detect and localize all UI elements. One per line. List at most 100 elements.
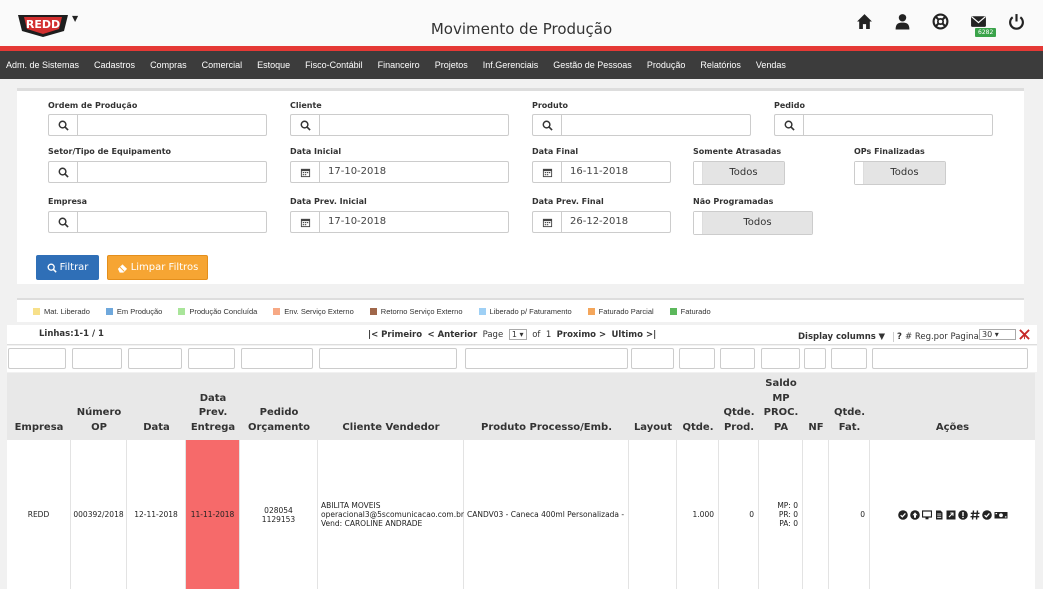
menu-comercial[interactable]: Comercial [202, 60, 243, 70]
cell-layout [629, 440, 677, 589]
help-button[interactable]: ? [893, 332, 902, 342]
menu-projetos[interactable]: Projetos [435, 60, 468, 70]
mail-icon[interactable]: 6282 [969, 12, 997, 37]
status-legend: Mat. Liberado Em Produção Produção Concl… [17, 298, 1024, 322]
clear-filters-icon[interactable] [1019, 329, 1030, 343]
header-cliente[interactable]: Cliente Vendedor [318, 373, 464, 440]
header-produto[interactable]: Produto Processo/Emb. [464, 373, 629, 440]
ops-finalizadas-toggle[interactable]: Todos [854, 161, 946, 185]
money-icon[interactable] [994, 510, 1008, 520]
ordem-producao-field[interactable] [48, 114, 267, 136]
data-prev-inicial-input[interactable]: 17-10-2018 [320, 212, 508, 232]
produto-column-filter[interactable] [465, 348, 628, 369]
data-final-field[interactable]: 16-11-2018 [532, 161, 671, 183]
check-circle-icon[interactable] [981, 509, 992, 520]
cell-pedido: 028054 1129153 [240, 440, 318, 589]
cliente-input[interactable] [320, 115, 508, 135]
setor-input[interactable] [78, 162, 266, 182]
header-pedido[interactable]: Pedido Orçamento [240, 373, 318, 440]
menu-cadastros[interactable]: Cadastros [94, 60, 135, 70]
header-nf[interactable]: NF [803, 373, 829, 440]
calendar-icon[interactable] [533, 162, 562, 182]
layout-column-filter[interactable] [631, 348, 674, 369]
calendar-icon[interactable] [291, 212, 320, 232]
header-empresa[interactable]: Empresa [7, 373, 71, 440]
menu-fisco-contabil[interactable]: Fisco-Contábil [305, 60, 363, 70]
empresa-column-filter[interactable] [8, 348, 66, 369]
produto-field[interactable] [532, 114, 751, 136]
pedido-input[interactable] [804, 115, 992, 135]
alert-circle-icon[interactable] [957, 509, 968, 520]
data-prev-inicial-field[interactable]: 17-10-2018 [290, 211, 509, 233]
acoes-column-filter[interactable] [872, 348, 1028, 369]
empresa-input[interactable] [78, 212, 266, 232]
data-inicial-field[interactable]: 17-10-2018 [290, 161, 509, 183]
menu-gestao-pessoas[interactable]: Gestão de Pessoas [553, 60, 632, 70]
produto-label: Produto [532, 101, 569, 110]
calendar-icon[interactable] [533, 212, 562, 232]
pedido-field[interactable] [774, 114, 993, 136]
header-data[interactable]: Data [127, 373, 186, 440]
ordem-producao-input[interactable] [78, 115, 266, 135]
check-circle-icon[interactable] [897, 509, 908, 520]
cliente-field[interactable] [290, 114, 509, 136]
monitor-icon[interactable] [921, 509, 932, 520]
display-columns-button[interactable]: Display columns ▼ [798, 332, 885, 342]
nao-programadas-toggle[interactable]: Todos [693, 211, 813, 235]
home-icon[interactable] [855, 12, 873, 30]
pedido-column-filter[interactable] [241, 348, 313, 369]
arrow-up-circle-icon[interactable] [909, 509, 920, 520]
qtde-column-filter[interactable] [679, 348, 715, 369]
menu-compras[interactable]: Compras [150, 60, 187, 70]
qtde-fat-column-filter[interactable] [831, 348, 867, 369]
header-data-prev[interactable]: Data Prev. Entrega [186, 373, 240, 440]
setor-field[interactable] [48, 161, 267, 183]
menu-estoque[interactable]: Estoque [257, 60, 290, 70]
calendar-icon[interactable] [291, 162, 320, 182]
header-qtde[interactable]: Qtde. [677, 373, 719, 440]
previous-page-link[interactable]: < Anterior [428, 330, 478, 340]
table-row[interactable]: REDD 000392/2018 12-11-2018 11-11-2018 0… [7, 440, 1035, 589]
external-link-icon[interactable] [946, 510, 956, 520]
reg-per-page-select[interactable]: 30 ▾ [976, 329, 1019, 340]
cliente-column-filter[interactable] [319, 348, 457, 369]
lifebuoy-icon[interactable] [931, 12, 949, 30]
menu-inf-gerenciais[interactable]: Inf.Gerenciais [483, 60, 539, 70]
header-qtde-fat[interactable]: Qtde. Fat. [829, 373, 870, 440]
qtde-prod-column-filter[interactable] [720, 348, 755, 369]
produto-input[interactable] [562, 115, 750, 135]
header-qtde-prod[interactable]: Qtde. Prod. [719, 373, 759, 440]
user-icon[interactable] [893, 12, 911, 30]
page-select[interactable]: 1 ▾ [508, 329, 527, 340]
empresa-field[interactable] [48, 211, 267, 233]
data-prev-final-field[interactable]: 26-12-2018 [532, 211, 671, 233]
menu-financeiro[interactable]: Financeiro [378, 60, 420, 70]
menu-vendas[interactable]: Vendas [756, 60, 786, 70]
legend-faturado-parcial: Faturado Parcial [587, 307, 654, 316]
document-icon[interactable] [934, 510, 944, 520]
next-page-link[interactable]: Proximo > [557, 330, 606, 340]
header-numero-op[interactable]: Número OP [71, 373, 127, 440]
limpar-filtros-button[interactable]: Limpar Filtros [107, 255, 208, 280]
header-layout[interactable]: Layout [629, 373, 677, 440]
menu-relatorios[interactable]: Relatórios [700, 60, 741, 70]
saldo-column-filter[interactable] [761, 348, 800, 369]
data-prev-column-filter[interactable] [188, 348, 235, 369]
data-prev-final-input[interactable]: 26-12-2018 [562, 212, 670, 232]
somente-atrasadas-toggle[interactable]: Todos [693, 161, 785, 185]
hash-icon[interactable] [970, 509, 980, 520]
cell-numero-op[interactable]: 000392/2018 [71, 440, 127, 589]
data-column-filter[interactable] [128, 348, 182, 369]
header-saldo[interactable]: Saldo MP PROC. PA [759, 373, 803, 440]
power-icon[interactable] [1007, 12, 1025, 30]
data-final-input[interactable]: 16-11-2018 [562, 162, 670, 182]
first-page-link[interactable]: |< Primeiro [368, 330, 422, 340]
menu-adm-sistemas[interactable]: Adm. de Sistemas [6, 60, 79, 70]
column-filter-row [7, 346, 1037, 372]
filtrar-button[interactable]: Filtrar [36, 255, 99, 280]
nf-column-filter[interactable] [804, 348, 826, 369]
numero-op-column-filter[interactable] [72, 348, 122, 369]
last-page-link[interactable]: Ultimo >| [612, 330, 657, 340]
data-inicial-input[interactable]: 17-10-2018 [320, 162, 508, 182]
menu-producao[interactable]: Produção [647, 60, 686, 70]
